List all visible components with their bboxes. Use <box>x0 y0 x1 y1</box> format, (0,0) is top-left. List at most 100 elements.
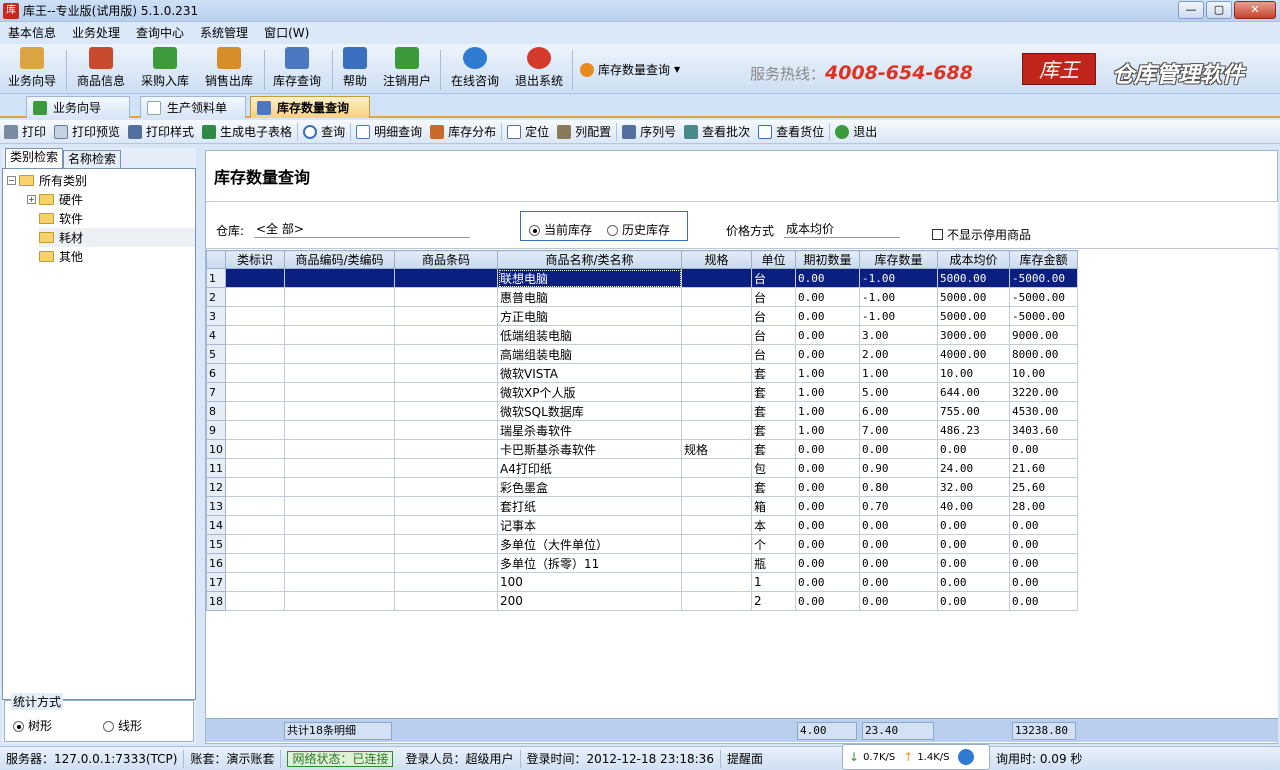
table-cell[interactable] <box>394 553 498 573</box>
table-cell[interactable] <box>681 268 752 288</box>
table-cell[interactable]: 卡巴斯基杀毒软件 <box>497 439 682 459</box>
table-cell[interactable] <box>681 515 752 535</box>
table-cell[interactable] <box>284 534 395 554</box>
table-cell[interactable] <box>394 477 498 497</box>
table-cell[interactable] <box>394 515 498 535</box>
table-row[interactable]: 3 方正电脑 台 0.00 -1.00 5000.00 -5000.00 <box>206 306 1078 326</box>
stock-distribution-button[interactable]: 库存分布 <box>426 121 500 143</box>
table-cell[interactable]: 1.00 <box>795 382 860 402</box>
table-cell[interactable] <box>284 572 395 592</box>
table-cell[interactable]: 5.00 <box>859 382 938 402</box>
table-cell[interactable]: 高端组装电脑 <box>497 344 682 364</box>
table-cell[interactable] <box>284 496 395 516</box>
table-cell[interactable]: 2.00 <box>859 344 938 364</box>
table-cell[interactable]: 7.00 <box>859 420 938 440</box>
table-cell[interactable]: 个 <box>751 534 796 554</box>
table-cell[interactable] <box>681 553 752 573</box>
table-cell[interactable]: 32.00 <box>937 477 1010 497</box>
table-cell[interactable] <box>225 325 285 345</box>
table-cell[interactable] <box>284 515 395 535</box>
table-cell[interactable]: 低端组装电脑 <box>497 325 682 345</box>
table-cell[interactable]: -1.00 <box>859 306 938 326</box>
table-cell[interactable]: 套 <box>751 401 796 421</box>
table-cell[interactable]: 1.00 <box>795 401 860 421</box>
table-cell[interactable]: 套 <box>751 420 796 440</box>
view-batch-button[interactable]: 查看批次 <box>680 121 754 143</box>
print-button[interactable]: 打印 <box>0 121 50 143</box>
table-cell[interactable]: 0.00 <box>795 325 860 345</box>
table-cell[interactable] <box>681 496 752 516</box>
table-cell[interactable] <box>681 325 752 345</box>
column-header[interactable]: 库存数量 <box>859 250 938 269</box>
column-header[interactable]: 单位 <box>751 250 796 269</box>
stock-query-button[interactable]: 库存查询 <box>270 47 324 89</box>
table-cell[interactable] <box>225 344 285 364</box>
table-cell[interactable] <box>394 420 498 440</box>
table-cell[interactable]: 0.00 <box>1009 515 1078 535</box>
table-cell[interactable]: 台 <box>751 344 796 364</box>
table-row[interactable]: 12 彩色墨盒 套 0.00 0.80 32.00 25.60 <box>206 477 1078 497</box>
table-cell[interactable] <box>394 496 498 516</box>
table-cell[interactable]: 0.00 <box>859 534 938 554</box>
table-cell[interactable] <box>681 287 752 307</box>
table-cell[interactable] <box>284 439 395 459</box>
table-cell[interactable] <box>681 401 752 421</box>
tree-item-other[interactable]: 其他 <box>39 247 193 266</box>
tab-category-search[interactable]: 类别检索 <box>5 148 64 168</box>
table-cell[interactable]: 0.00 <box>795 344 860 364</box>
table-cell[interactable]: 0.00 <box>795 534 860 554</box>
table-cell[interactable]: 0.00 <box>795 572 860 592</box>
goods-info-button[interactable]: 商品信息 <box>74 47 128 89</box>
export-excel-button[interactable]: 生成电子表格 <box>198 121 296 143</box>
table-cell[interactable] <box>681 591 752 611</box>
table-cell[interactable]: 5000.00 <box>937 306 1010 326</box>
table-cell[interactable]: 24.00 <box>937 458 1010 478</box>
menu-system[interactable]: 系统管理 <box>192 22 256 44</box>
table-row[interactable]: 10 卡巴斯基杀毒软件 规格套 0.00 0.00 0.00 0.00 <box>206 439 1078 459</box>
table-cell[interactable]: 瑞星杀毒软件 <box>497 420 682 440</box>
table-cell[interactable]: 0.00 <box>795 553 860 573</box>
close-button[interactable]: ✕ <box>1234 1 1276 19</box>
table-cell[interactable]: 微软XP个人版 <box>497 382 682 402</box>
table-cell[interactable] <box>225 458 285 478</box>
table-cell[interactable]: 4530.00 <box>1009 401 1078 421</box>
table-cell[interactable]: 0.00 <box>937 572 1010 592</box>
table-cell[interactable] <box>394 439 498 459</box>
table-row[interactable]: 2 惠普电脑 台 0.00 -1.00 5000.00 -5000.00 <box>206 287 1078 307</box>
column-header[interactable]: 期初数量 <box>795 250 860 269</box>
table-cell[interactable]: -5000.00 <box>1009 306 1078 326</box>
table-cell[interactable]: 0.70 <box>859 496 938 516</box>
table-cell[interactable] <box>284 363 395 383</box>
column-header[interactable]: 商品条码 <box>394 250 498 269</box>
table-cell[interactable] <box>225 591 285 611</box>
table-cell[interactable]: -1.00 <box>859 268 938 288</box>
table-row[interactable]: 4 低端组装电脑 台 0.00 3.00 3000.00 9000.00 <box>206 325 1078 345</box>
table-cell[interactable] <box>225 287 285 307</box>
table-cell[interactable] <box>284 287 395 307</box>
table-cell[interactable]: 755.00 <box>937 401 1010 421</box>
table-row[interactable]: 5 高端组装电脑 台 0.00 2.00 4000.00 8000.00 <box>206 344 1078 364</box>
view-location-button[interactable]: 查看货位 <box>754 121 828 143</box>
table-cell[interactable] <box>681 420 752 440</box>
table-cell[interactable]: 0.00 <box>795 268 860 288</box>
table-cell[interactable]: 套 <box>751 439 796 459</box>
menu-query-center[interactable]: 查询中心 <box>128 22 192 44</box>
tab-wizard[interactable]: 业务向导 <box>26 96 130 118</box>
table-cell[interactable]: 0.00 <box>795 458 860 478</box>
table-cell[interactable] <box>394 401 498 421</box>
table-cell[interactable]: 包 <box>751 458 796 478</box>
table-cell[interactable]: 彩色墨盒 <box>497 477 682 497</box>
table-cell[interactable] <box>681 306 752 326</box>
table-cell[interactable] <box>394 344 498 364</box>
history-stock-radio[interactable]: 历史库存 <box>607 221 670 238</box>
table-cell[interactable] <box>284 420 395 440</box>
table-cell[interactable] <box>284 591 395 611</box>
ie-icon[interactable] <box>957 749 974 765</box>
purchase-button[interactable]: 采购入库 <box>138 47 192 89</box>
print-style-button[interactable]: 打印样式 <box>124 121 198 143</box>
table-cell[interactable]: 100 <box>497 572 682 592</box>
table-cell[interactable] <box>284 553 395 573</box>
table-cell[interactable]: 多单位（拆零）11 <box>497 553 682 573</box>
expand-icon[interactable]: + <box>27 195 36 204</box>
table-cell[interactable]: 0.00 <box>795 477 860 497</box>
